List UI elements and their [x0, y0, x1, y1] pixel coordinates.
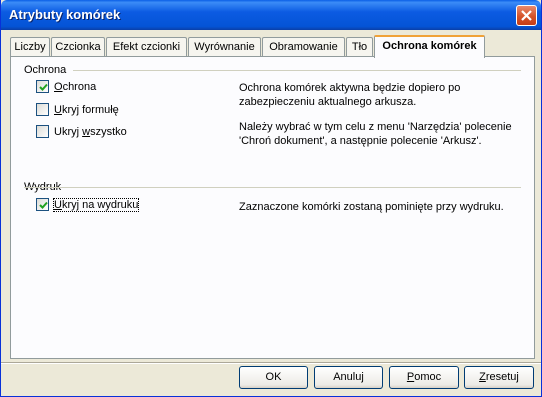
tab-label: Wyrównanie	[194, 41, 255, 53]
group-label-protection: Ochrona	[24, 64, 67, 76]
checkbox-label: Ukryj formułę	[54, 103, 119, 116]
checkbox-hide-formula[interactable]: Ukryj formułę	[36, 103, 119, 116]
checkbox-box[interactable]	[36, 103, 49, 116]
tab-label: Czcionka	[55, 41, 101, 53]
tab-label: Tło	[351, 41, 368, 53]
protection-description: Ochrona komórek aktywna będzie dopiero p…	[239, 81, 460, 109]
tab-label: Ochrona komórek	[382, 40, 477, 52]
check-icon	[39, 83, 48, 91]
check-icon	[39, 201, 48, 209]
checkbox-label: Ochrona	[54, 80, 97, 93]
checkbox-hide-on-print[interactable]: Ukryj na wydruku	[36, 197, 140, 212]
tab-obramowanie[interactable]: Obramowanie	[262, 37, 345, 57]
checkbox-box[interactable]	[36, 198, 49, 211]
tab-label: Liczby	[14, 41, 46, 53]
cancel-button[interactable]: Anuluj	[314, 366, 383, 389]
title-bar[interactable]: Atrybuty komórek	[1, 0, 541, 30]
help-button[interactable]: Pomoc	[389, 366, 459, 389]
group-divider	[24, 187, 521, 188]
checkbox-box[interactable]	[36, 80, 49, 93]
reset-button[interactable]: Zresetuj	[464, 366, 534, 389]
description-line: zabezpieczeniu aktualnego arkusza.	[239, 96, 417, 108]
close-button[interactable]	[516, 5, 537, 26]
checkbox-hide-all[interactable]: Ukryj wszystko	[36, 125, 127, 138]
footer-divider	[1, 362, 541, 364]
close-icon	[521, 10, 532, 21]
tab-ochrona-komorek[interactable]: Ochrona komórek	[374, 35, 485, 58]
checkbox-label: Ukryj wszystko	[54, 125, 127, 138]
tab-tlo[interactable]: Tło	[346, 37, 373, 57]
tab-czcionka[interactable]: Czcionka	[51, 37, 105, 57]
checkbox-label: Ukryj na wydruku	[52, 197, 140, 212]
checkbox-box[interactable]	[36, 125, 49, 138]
group-divider	[73, 70, 521, 71]
description-line: 'Chroń dokument', a następnie polecenie …	[239, 135, 482, 147]
print-description: Zaznaczone komórki zostaną pominięte prz…	[239, 201, 504, 213]
tab-strip: Liczby Czcionka Efekt czcionki Wyrównani…	[10, 35, 535, 58]
dialog-window: Atrybuty komórek Liczby Czcionka Efekt c…	[0, 0, 542, 397]
tab-wyrownanie[interactable]: Wyrównanie	[188, 37, 261, 57]
window-title: Atrybuty komórek	[9, 7, 121, 22]
checkbox-protect[interactable]: Ochrona	[36, 80, 96, 93]
ok-button[interactable]: OK	[239, 366, 308, 389]
protection-instructions: Należy wybrać w tym celu z menu 'Narzędz…	[239, 120, 512, 148]
description-line: Należy wybrać w tym celu z menu 'Narzędz…	[239, 121, 512, 133]
description-line: Ochrona komórek aktywna będzie dopiero p…	[239, 82, 461, 94]
tab-panel: Ochrona Ochrona Ukryj formułę Ukryj wszy…	[10, 56, 535, 359]
tab-liczby[interactable]: Liczby	[10, 37, 50, 57]
tab-label: Obramowanie	[269, 41, 338, 53]
tab-efekt-czcionki[interactable]: Efekt czcionki	[106, 37, 187, 57]
tab-label: Efekt czcionki	[112, 41, 181, 53]
